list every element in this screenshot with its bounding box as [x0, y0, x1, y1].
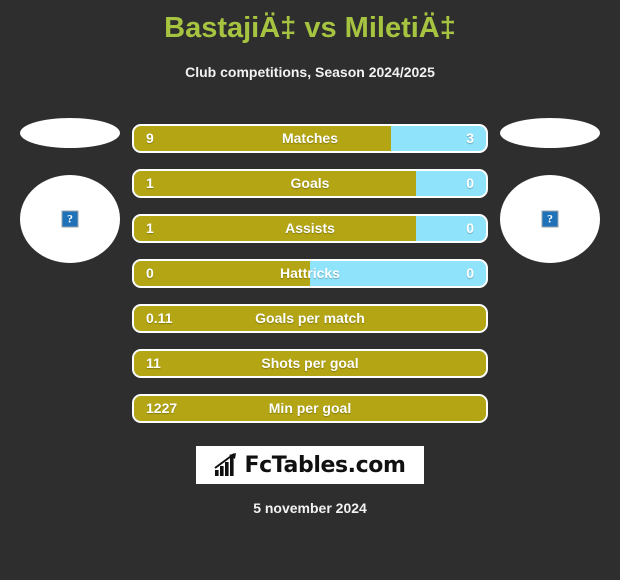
stat-label: Shots per goal: [261, 355, 359, 371]
stat-row-shots-per-goal: 11 Shots per goal: [132, 349, 488, 378]
stat-label: Assists: [285, 220, 335, 236]
broken-image-icon: ?: [61, 210, 79, 228]
stat-row-matches: 9 Matches 3: [132, 124, 488, 153]
away-value: 3: [466, 130, 474, 146]
home-player-panel: ?: [10, 118, 130, 263]
fctables-logo[interactable]: FcTables.com: [196, 446, 424, 484]
stat-row-hattricks: 0 Hattricks 0: [132, 259, 488, 288]
stat-row-goals-per-match: 0.11 Goals per match: [132, 304, 488, 333]
page-title: BastajiÄ‡ vs MiletiÄ‡: [164, 12, 456, 44]
stat-bar-list: 9 Matches 3 1 Goals 0 1 Assists 0 0 Hatt…: [132, 124, 488, 439]
stat-row-goals: 1 Goals 0: [132, 169, 488, 198]
stat-label: Goals: [290, 175, 330, 191]
broken-image-icon: ?: [541, 210, 559, 228]
page-subtitle: Club competitions, Season 2024/2025: [185, 64, 435, 80]
stat-comparison-page: BastajiÄ‡ vs MiletiÄ‡ Club competitions,…: [0, 0, 620, 580]
stat-row-assists: 1 Assists 0: [132, 214, 488, 243]
away-value: 0: [466, 265, 474, 281]
stat-label: Min per goal: [268, 400, 352, 416]
stat-label: Matches: [281, 130, 339, 146]
away-flag-icon: [500, 118, 600, 148]
logo-inner: FcTables.com: [214, 452, 406, 478]
stat-row-min-per-goal: 1227 Min per goal: [132, 394, 488, 423]
away-player-panel: ?: [490, 118, 610, 263]
date-label: 5 november 2024: [253, 500, 367, 516]
away-value: 0: [466, 175, 474, 191]
stat-label: Hattricks: [280, 265, 340, 281]
home-flag-icon: [20, 118, 120, 148]
away-player-avatar: ?: [500, 175, 600, 263]
away-value: 0: [466, 220, 474, 236]
logo-text: FcTables.com: [244, 452, 406, 478]
bar-chart-arrow-icon: [214, 453, 237, 476]
stat-label: Goals per match: [255, 310, 365, 326]
home-player-avatar: ?: [20, 175, 120, 263]
